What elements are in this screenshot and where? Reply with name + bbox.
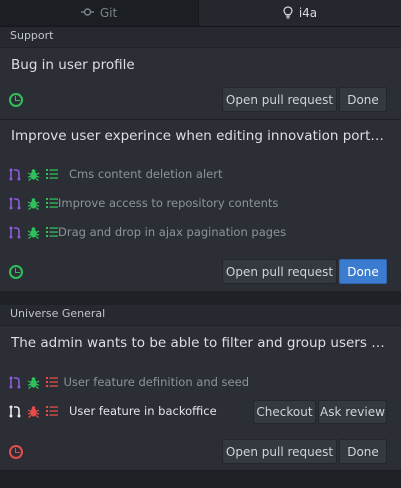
tab-git[interactable]: Git xyxy=(0,0,199,26)
lightbulb-icon xyxy=(283,5,293,21)
list-icon xyxy=(46,197,58,209)
bug-icon xyxy=(27,226,40,239)
bug-icon xyxy=(27,376,40,389)
open-pull-request-button[interactable]: Open pull request xyxy=(222,439,337,464)
done-button[interactable]: Done xyxy=(339,259,387,284)
bug-icon xyxy=(27,405,40,418)
pull-request-icon xyxy=(9,226,21,239)
tab-i4a[interactable]: i4a xyxy=(199,0,401,26)
tab-i4a-label: i4a xyxy=(298,6,318,20)
done-button[interactable]: Done xyxy=(339,439,387,464)
open-pull-request-button[interactable]: Open pull request xyxy=(222,259,337,284)
group-header-support: Support xyxy=(0,27,401,47)
task-item[interactable]: Drag and drop in ajax pagination pages xyxy=(9,223,286,241)
checkout-button[interactable]: Checkout xyxy=(253,400,316,424)
issue-card: Bug in user profile Open pull request Do… xyxy=(0,48,401,119)
done-button[interactable]: Done xyxy=(339,87,387,112)
open-pull-request-button[interactable]: Open pull request xyxy=(222,87,337,112)
task-label: Drag and drop in ajax pagination pages xyxy=(58,225,287,239)
issue-card: The admin wants to be able to filter and… xyxy=(0,326,401,470)
list-icon xyxy=(46,376,58,388)
issue-title[interactable]: The admin wants to be able to filter and… xyxy=(11,335,389,351)
issue-title[interactable]: Bug in user profile xyxy=(11,57,391,73)
issue-title[interactable]: Improve user experince when editing inno… xyxy=(11,128,389,144)
list-icon xyxy=(46,405,58,417)
tab-bar: Git i4a xyxy=(0,0,401,27)
bug-icon xyxy=(27,168,40,181)
task-item[interactable]: Improve access to repository contents xyxy=(9,194,278,212)
ask-review-button[interactable]: Ask review xyxy=(318,400,387,424)
issue-card: Improve user experince when editing inno… xyxy=(0,120,401,291)
bug-icon xyxy=(27,197,40,210)
divider xyxy=(0,470,401,471)
task-label: User feature in backoffice xyxy=(69,404,217,418)
list-icon xyxy=(46,168,58,180)
task-item[interactable]: User feature definition and seed xyxy=(9,373,249,391)
task-label: Improve access to repository contents xyxy=(58,196,279,210)
clock-green-icon xyxy=(9,93,23,107)
clock-green-icon xyxy=(9,265,23,279)
pull-request-icon xyxy=(9,197,21,210)
task-item-active[interactable]: User feature in backoffice xyxy=(9,402,249,420)
tab-git-label: Git xyxy=(99,6,118,20)
task-label: User feature definition and seed xyxy=(63,375,249,389)
task-label: Cms content deletion alert xyxy=(69,167,223,181)
clock-red-icon xyxy=(9,445,23,459)
git-commit-icon xyxy=(80,7,94,19)
pull-request-icon xyxy=(9,405,21,418)
pull-request-icon xyxy=(9,376,21,389)
pull-request-icon xyxy=(9,168,21,181)
group-header-universe-general: Universe General xyxy=(0,305,401,325)
list-icon xyxy=(46,226,58,238)
task-item[interactable]: Cms content deletion alert xyxy=(9,165,249,183)
